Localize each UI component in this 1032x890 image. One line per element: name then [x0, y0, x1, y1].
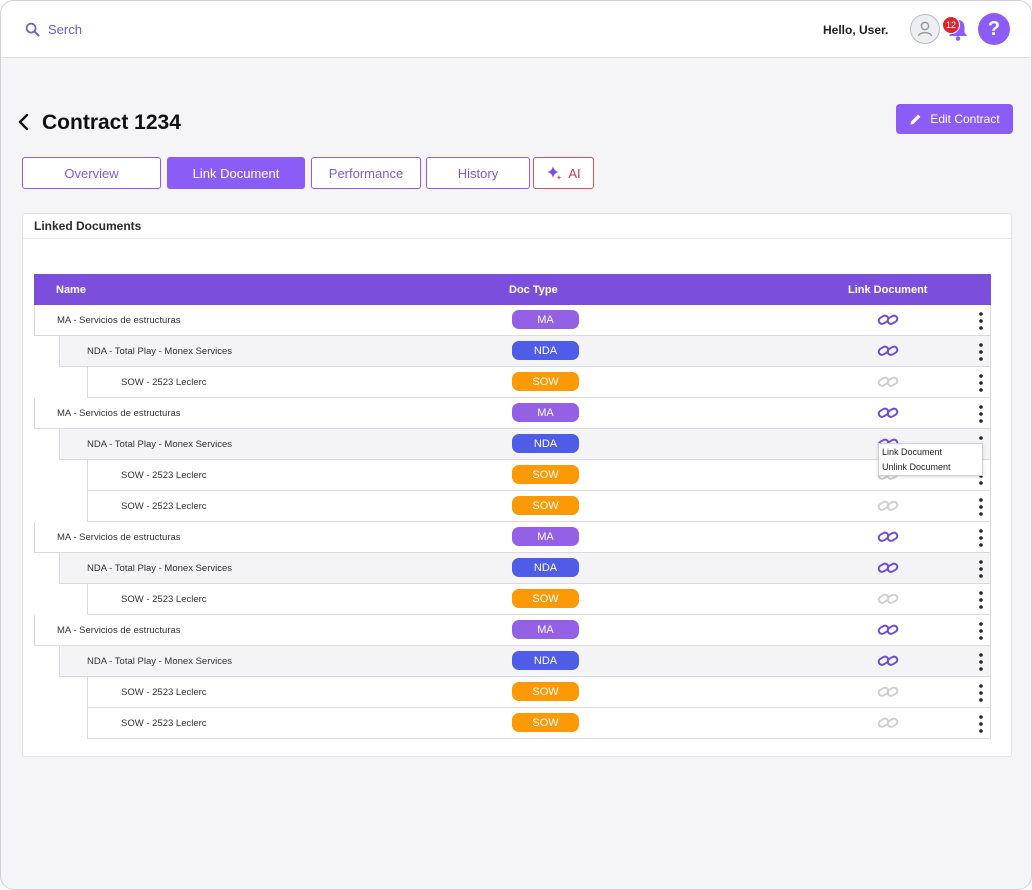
document-name: NDA - Total Play - Monex Services — [87, 563, 233, 574]
document-name: SOW - 2523 Leclerc — [121, 377, 207, 388]
kebab-menu-icon[interactable] — [977, 528, 985, 548]
link-icon[interactable] — [877, 311, 899, 329]
search-box[interactable]: Serch — [25, 19, 82, 39]
doc-type-badge: SOW — [512, 465, 579, 484]
table-row[interactable]: SOW - 2523 Leclerc SOW — [87, 491, 991, 522]
doc-type-badge: NDA — [512, 434, 579, 453]
table-row[interactable]: MA - Servicios de estructuras MA — [34, 398, 991, 429]
link-icon[interactable] — [877, 683, 899, 701]
page-title: Contract 1234 — [42, 111, 181, 134]
tab-performance[interactable]: Performance — [311, 157, 421, 189]
app-window: Serch Hello, User. 12 ? Contract 1234 Ed… — [0, 0, 1032, 890]
link-icon[interactable] — [877, 559, 899, 577]
doc-type-badge: MA — [512, 527, 579, 546]
linked-documents-panel: Linked Documents Name Doc Type Link Docu… — [22, 213, 1012, 757]
doc-type-badge: SOW — [512, 372, 579, 391]
kebab-menu-icon[interactable] — [977, 342, 985, 362]
doc-type-badge: SOW — [512, 682, 579, 701]
doc-type-badge: NDA — [512, 341, 579, 360]
link-icon[interactable] — [877, 497, 899, 515]
table-row[interactable]: MA - Servicios de estructuras MA — [34, 305, 991, 336]
document-name: MA - Servicios de estructuras — [57, 315, 181, 326]
link-icon[interactable] — [877, 373, 899, 391]
document-name: NDA - Total Play - Monex Services — [87, 439, 233, 450]
top-bar: Serch Hello, User. 12 ? — [1, 1, 1031, 58]
panel-title: Linked Documents — [23, 214, 1011, 239]
document-name: SOW - 2523 Leclerc — [121, 594, 207, 605]
row-context-menu: Link Document Unlink Document — [878, 443, 983, 476]
user-icon — [917, 21, 933, 37]
document-name: MA - Servicios de estructuras — [57, 532, 181, 543]
tab-link-document[interactable]: Link Document — [167, 157, 305, 189]
table-row[interactable]: SOW - 2523 Leclerc SOW — [87, 677, 991, 708]
document-name: SOW - 2523 Leclerc — [121, 687, 207, 698]
search-placeholder: Serch — [48, 21, 82, 37]
kebab-menu-icon[interactable] — [977, 621, 985, 641]
tab-ai[interactable]: AI — [533, 157, 594, 189]
tab-ai-label: AI — [568, 165, 581, 181]
doc-type-badge: MA — [512, 310, 579, 329]
link-icon[interactable] — [877, 342, 899, 360]
document-name: SOW - 2523 Leclerc — [121, 718, 207, 729]
greeting: Hello, User. — [823, 23, 889, 37]
document-name: SOW - 2523 Leclerc — [121, 470, 207, 481]
tab-history[interactable]: History — [426, 157, 530, 189]
column-header-link-document: Link Document — [848, 284, 928, 296]
kebab-menu-icon[interactable] — [977, 373, 985, 393]
doc-type-badge: SOW — [512, 713, 579, 732]
table-row[interactable]: SOW - 2523 Leclerc SOW — [87, 460, 991, 491]
link-icon[interactable] — [877, 590, 899, 608]
table-row[interactable]: SOW - 2523 Leclerc SOW — [87, 708, 991, 739]
table-header: Name Doc Type Link Document — [34, 274, 991, 305]
doc-type-badge: SOW — [512, 496, 579, 515]
menu-item-unlink-document[interactable]: Unlink Document — [882, 460, 951, 475]
edit-contract-label: Edit Contract — [930, 112, 1000, 126]
link-icon[interactable] — [877, 652, 899, 670]
document-name: MA - Servicios de estructuras — [57, 408, 181, 419]
column-header-name: Name — [56, 284, 86, 296]
link-icon[interactable] — [877, 404, 899, 422]
link-icon[interactable] — [877, 621, 899, 639]
edit-contract-button[interactable]: Edit Contract — [896, 104, 1013, 134]
table-row[interactable]: SOW - 2523 Leclerc SOW — [87, 584, 991, 615]
document-name: MA - Servicios de estructuras — [57, 625, 181, 636]
table-row[interactable]: MA - Servicios de estructuras MA — [34, 522, 991, 553]
table-row[interactable]: NDA - Total Play - Monex Services NDA — [59, 646, 991, 677]
kebab-menu-icon[interactable] — [977, 652, 985, 672]
avatar[interactable] — [910, 14, 940, 44]
sparkle-icon — [547, 166, 562, 180]
table-row[interactable]: NDA - Total Play - Monex Services NDA — [59, 336, 991, 367]
link-icon[interactable] — [877, 714, 899, 732]
notification-badge: 12 — [942, 16, 960, 34]
kebab-menu-icon[interactable] — [977, 497, 985, 517]
doc-type-badge: MA — [512, 620, 579, 639]
kebab-menu-icon[interactable] — [977, 714, 985, 734]
document-name: NDA - Total Play - Monex Services — [87, 346, 233, 357]
tab-overview[interactable]: Overview — [22, 157, 161, 189]
help-button[interactable]: ? — [978, 13, 1010, 45]
table-row[interactable]: NDA - Total Play - Monex Services NDA — [59, 553, 991, 584]
kebab-menu-icon[interactable] — [977, 559, 985, 579]
back-chevron-icon[interactable] — [16, 112, 32, 132]
kebab-menu-icon[interactable] — [977, 683, 985, 703]
kebab-menu-icon[interactable] — [977, 590, 985, 610]
kebab-menu-icon[interactable] — [977, 404, 985, 424]
doc-type-badge: MA — [512, 403, 579, 422]
column-header-doc-type: Doc Type — [509, 284, 558, 296]
search-icon — [25, 22, 40, 37]
doc-type-badge: NDA — [512, 651, 579, 670]
document-name: SOW - 2523 Leclerc — [121, 501, 207, 512]
document-name: NDA - Total Play - Monex Services — [87, 656, 233, 667]
table-row[interactable]: SOW - 2523 Leclerc SOW — [87, 367, 991, 398]
table-row[interactable]: NDA - Total Play - Monex Services NDA — [59, 429, 991, 460]
table-row[interactable]: MA - Servicios de estructuras MA — [34, 615, 991, 646]
kebab-menu-icon[interactable] — [977, 311, 985, 331]
doc-type-badge: SOW — [512, 589, 579, 608]
pencil-icon — [910, 114, 921, 125]
doc-type-badge: NDA — [512, 558, 579, 577]
link-icon[interactable] — [877, 528, 899, 546]
menu-item-link-document[interactable]: Link Document — [882, 445, 942, 460]
